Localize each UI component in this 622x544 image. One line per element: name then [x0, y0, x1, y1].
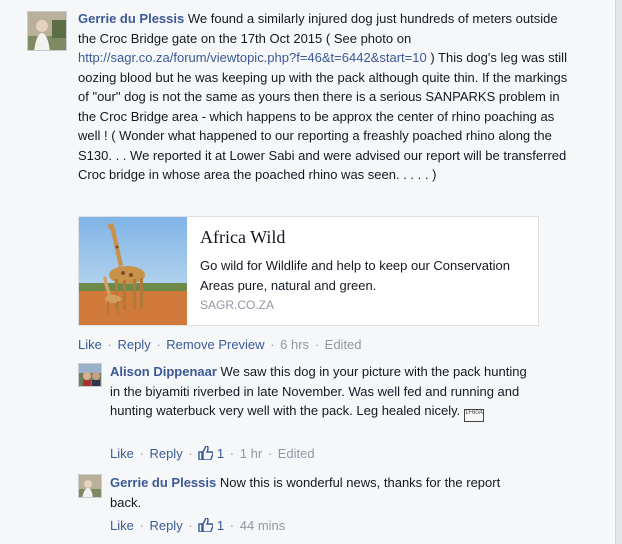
- comment-body: Gerrie du Plessis We found a similarly i…: [78, 9, 578, 185]
- timestamp[interactable]: 1 hr: [240, 446, 262, 461]
- separator: ·: [229, 446, 235, 461]
- thumbs-up-icon[interactable]: [198, 517, 214, 537]
- separator: ·: [107, 337, 112, 352]
- separator: ·: [267, 446, 273, 461]
- edited-label[interactable]: Edited: [325, 337, 362, 352]
- like-count[interactable]: 1: [217, 446, 224, 461]
- separator: ·: [314, 337, 320, 352]
- reply-link[interactable]: Reply: [117, 337, 150, 352]
- giraffe-photo-icon[interactable]: [79, 217, 187, 325]
- reply-link[interactable]: Reply: [149, 446, 182, 461]
- separator: ·: [270, 337, 275, 352]
- reply-author[interactable]: Alison Dippenaar: [110, 364, 217, 379]
- avatar-gerrie[interactable]: [27, 11, 67, 51]
- reply-body: Alison Dippenaar We saw this dog in your…: [110, 362, 530, 422]
- reply-actions: Like · Reply · 1 · 44 mins: [110, 517, 285, 537]
- separator: ·: [139, 446, 144, 461]
- separator: ·: [188, 446, 193, 461]
- like-count[interactable]: 1: [217, 518, 224, 533]
- comment-actions: Like · Reply · Remove Preview · 6 hrs · …: [78, 336, 362, 354]
- preview-domain: SAGR.CO.ZA: [200, 298, 275, 312]
- emoji-placeholder-icon: 1F60A: [463, 409, 484, 422]
- separator: ·: [229, 518, 235, 533]
- avatar-gerrie-small[interactable]: [78, 474, 102, 498]
- thumbs-up-icon[interactable]: [198, 445, 214, 465]
- reply-body: Gerrie du Plessis Now this is wonderful …: [110, 473, 530, 512]
- separator: ·: [188, 518, 193, 533]
- comment-text-part2: ) This dog's leg was still oozing blood …: [78, 50, 568, 182]
- reply-author[interactable]: Gerrie du Plessis: [110, 475, 216, 490]
- scrollbar-track[interactable]: [615, 0, 622, 544]
- comment-author[interactable]: Gerrie du Plessis: [78, 11, 184, 26]
- remove-preview-link[interactable]: Remove Preview: [166, 337, 264, 352]
- link-preview-card[interactable]: Africa Wild Go wild for Wildlife and hel…: [78, 216, 539, 326]
- preview-title[interactable]: Africa Wild: [200, 227, 285, 248]
- edited-label[interactable]: Edited: [278, 446, 315, 461]
- reply-link[interactable]: Reply: [149, 518, 182, 533]
- like-link[interactable]: Like: [78, 337, 102, 352]
- separator: ·: [139, 518, 144, 533]
- comment-link[interactable]: http://sagr.co.za/forum/viewtopic.php?f=…: [78, 50, 427, 65]
- reply-actions: Like · Reply · 1 · 1 hr · Edited: [110, 445, 315, 465]
- separator: ·: [156, 337, 161, 352]
- timestamp[interactable]: 44 mins: [240, 518, 286, 533]
- preview-description: Go wild for Wildlife and help to keep ou…: [200, 258, 510, 293]
- timestamp[interactable]: 6 hrs: [280, 337, 309, 352]
- like-link[interactable]: Like: [110, 518, 134, 533]
- like-link[interactable]: Like: [110, 446, 134, 461]
- avatar-alison[interactable]: [78, 363, 102, 387]
